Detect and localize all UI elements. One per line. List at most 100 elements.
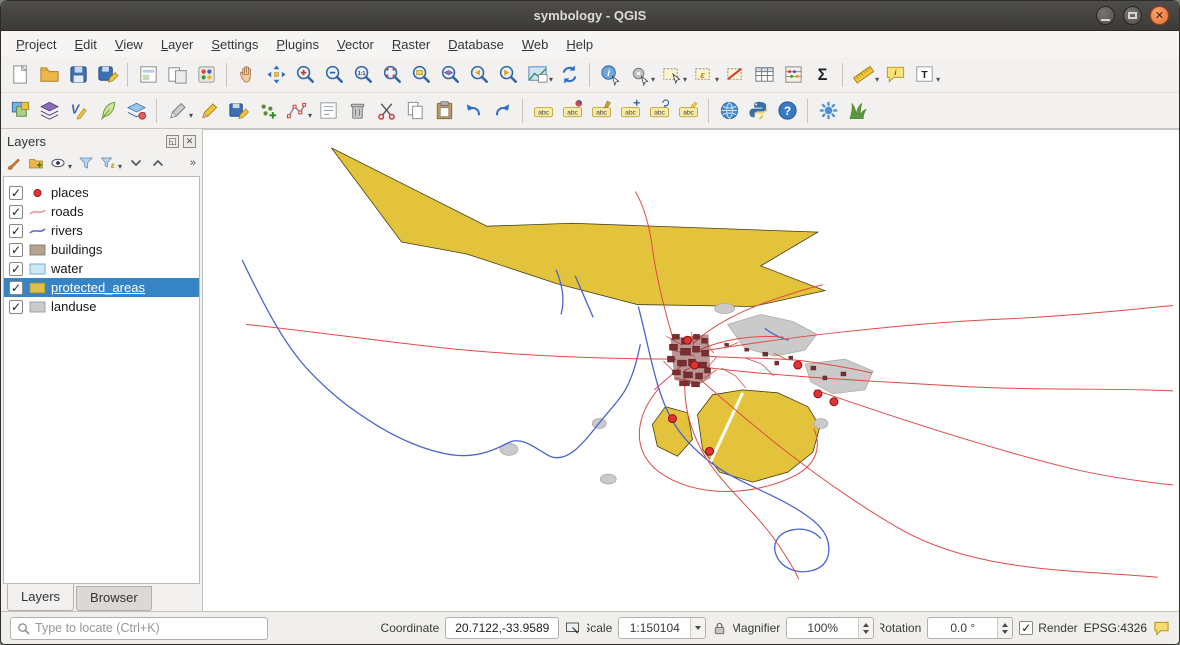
close-panel-icon[interactable]: ✕ xyxy=(183,135,196,148)
current-edits-dropdown-icon[interactable]: ▾ xyxy=(189,101,193,120)
menu-vector[interactable]: Vector xyxy=(328,33,383,56)
new-shapefile-layer-button[interactable]: V xyxy=(64,97,92,125)
menu-database[interactable]: Database xyxy=(439,33,513,56)
zoom-full-extent-button[interactable] xyxy=(378,61,406,89)
magnifier-spinbox[interactable]: 100% xyxy=(786,617,874,639)
save-layer-edits-button[interactable] xyxy=(224,97,252,125)
rotation-spinbox[interactable]: 0.0 ° xyxy=(927,617,1013,639)
zoom-native-resolution-button[interactable]: 1:1 xyxy=(349,61,377,89)
layer-checkbox-places[interactable]: ✓ xyxy=(9,186,23,200)
move-label-button[interactable]: abc xyxy=(616,97,644,125)
pan-to-selection-button[interactable] xyxy=(262,61,290,89)
help-contents-button[interactable]: ? xyxy=(773,97,801,125)
zoom-to-selection-button[interactable] xyxy=(407,61,435,89)
run-feature-action-dropdown-icon[interactable]: ▾ xyxy=(651,65,655,84)
text-annotation-button[interactable]: T xyxy=(910,61,938,89)
close-button[interactable]: ✕ xyxy=(1150,6,1169,25)
zoom-next-button[interactable] xyxy=(494,61,522,89)
layer-checkbox-protected_areas[interactable]: ✓ xyxy=(9,281,23,295)
extents-toggle-icon[interactable] xyxy=(565,621,581,636)
layer-item-buildings[interactable]: ✓buildings xyxy=(4,240,199,259)
maximize-button[interactable] xyxy=(1123,6,1142,25)
zoom-last-button[interactable] xyxy=(465,61,493,89)
show-layout-manager-button[interactable] xyxy=(163,61,191,89)
pan-map-button[interactable] xyxy=(233,61,261,89)
layer-checkbox-roads[interactable]: ✓ xyxy=(9,205,23,219)
rotation-spin-buttons[interactable] xyxy=(997,618,1012,638)
menu-edit[interactable]: Edit xyxy=(65,33,105,56)
identify-features-button[interactable]: i xyxy=(596,61,624,89)
measure-button[interactable] xyxy=(849,61,877,89)
layer-item-rivers[interactable]: ✓rivers xyxy=(4,221,199,240)
log-messages-icon[interactable] xyxy=(1153,620,1170,636)
change-label-properties-button[interactable]: abc xyxy=(674,97,702,125)
menu-settings[interactable]: Settings xyxy=(202,33,267,56)
layer-checkbox-buildings[interactable]: ✓ xyxy=(9,243,23,257)
menu-plugins[interactable]: Plugins xyxy=(267,33,328,56)
layer-labeling-options-button[interactable]: abc xyxy=(529,97,557,125)
save-project-button[interactable] xyxy=(64,61,92,89)
tab-browser[interactable]: Browser xyxy=(76,586,152,611)
undo-button[interactable] xyxy=(459,97,487,125)
menu-layer[interactable]: Layer xyxy=(152,33,203,56)
deselect-features-button[interactable] xyxy=(721,61,749,89)
style-manager-button[interactable] xyxy=(192,61,220,89)
python-console-button[interactable] xyxy=(744,97,772,125)
redo-button[interactable] xyxy=(488,97,516,125)
add-feature-button[interactable] xyxy=(253,97,281,125)
statistical-summary-button[interactable]: Σ xyxy=(808,61,836,89)
measure-dropdown-icon[interactable]: ▾ xyxy=(875,65,879,84)
save-project-as-button[interactable] xyxy=(93,61,121,89)
open-layer-styling-button[interactable] xyxy=(5,154,23,172)
title-bar[interactable]: symbology - QGIS ✕ xyxy=(1,1,1179,31)
magnifier-spin-buttons[interactable] xyxy=(858,618,873,638)
add-vector-layer-button[interactable] xyxy=(35,97,63,125)
field-calculator-button[interactable] xyxy=(779,61,807,89)
map-canvas[interactable] xyxy=(203,129,1179,611)
paste-features-button[interactable] xyxy=(430,97,458,125)
filter-by-expression-dropdown-icon[interactable]: ▾ xyxy=(118,156,122,171)
manage-map-themes-dropdown-icon[interactable]: ▾ xyxy=(68,156,72,171)
menu-project[interactable]: Project xyxy=(7,33,65,56)
vertex-tool-dropdown-icon[interactable]: ▾ xyxy=(308,101,312,120)
add-group-button[interactable] xyxy=(27,154,45,172)
select-by-expression-button[interactable]: ε xyxy=(689,61,717,89)
menu-view[interactable]: View xyxy=(106,33,152,56)
render-toggle[interactable]: ✓ Render xyxy=(1019,621,1077,635)
new-geopackage-layer-button[interactable] xyxy=(93,97,121,125)
locate-box[interactable] xyxy=(10,617,268,640)
layer-item-landuse[interactable]: ✓landuse xyxy=(4,297,199,316)
menu-raster[interactable]: Raster xyxy=(383,33,439,56)
current-edits-button[interactable] xyxy=(163,97,191,125)
toggle-editing-button[interactable] xyxy=(195,97,223,125)
coordinate-input[interactable] xyxy=(445,617,559,639)
processing-toolbox-button[interactable] xyxy=(814,97,842,125)
layer-checkbox-landuse[interactable]: ✓ xyxy=(9,300,23,314)
copy-features-button[interactable] xyxy=(401,97,429,125)
new-map-view-button[interactable] xyxy=(523,61,551,89)
collapse-all-button[interactable] xyxy=(149,154,167,172)
layer-checkbox-rivers[interactable]: ✓ xyxy=(9,224,23,238)
refresh-map-button[interactable] xyxy=(555,61,583,89)
vertex-tool-button[interactable] xyxy=(282,97,310,125)
crs-status[interactable]: EPSG:4326 xyxy=(1084,621,1147,635)
lock-scale-icon[interactable] xyxy=(712,621,727,636)
modify-attributes-button[interactable] xyxy=(314,97,342,125)
new-project-button[interactable] xyxy=(6,61,34,89)
expand-all-button[interactable] xyxy=(127,154,145,172)
menu-help[interactable]: Help xyxy=(557,33,602,56)
layer-diagram-options-button[interactable]: abc xyxy=(558,97,586,125)
new-print-layout-button[interactable] xyxy=(134,61,162,89)
zoom-to-layer-button[interactable] xyxy=(436,61,464,89)
select-features-button[interactable] xyxy=(657,61,685,89)
new-virtual-layer-button[interactable] xyxy=(122,97,150,125)
run-feature-action-button[interactable] xyxy=(625,61,653,89)
layer-item-protected_areas[interactable]: ✓protected_areas xyxy=(4,278,199,297)
layer-item-places[interactable]: ✓places xyxy=(4,183,199,202)
scale-dropdown-icon[interactable] xyxy=(690,618,705,638)
locate-input[interactable] xyxy=(35,621,261,635)
rotate-label-button[interactable]: abc xyxy=(645,97,673,125)
open-attribute-table-button[interactable] xyxy=(750,61,778,89)
render-checkbox[interactable]: ✓ xyxy=(1019,621,1033,635)
zoom-in-button[interactable] xyxy=(291,61,319,89)
